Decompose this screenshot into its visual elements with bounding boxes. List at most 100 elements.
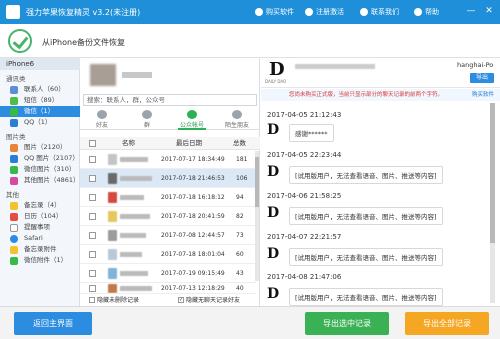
mail-icon [360, 8, 368, 16]
column-name[interactable]: 名称 [122, 137, 135, 150]
tab-strangers[interactable]: 陌生朋友 [217, 108, 257, 130]
row-checkbox[interactable] [89, 175, 96, 182]
group-icon [142, 110, 152, 119]
scrollbar-thumb[interactable] [490, 103, 495, 243]
sender-logo-icon: D [267, 286, 280, 302]
message-bubble: [试用版用户，无法查看语音、图片、推送等内容] [289, 207, 443, 225]
header: 从iPhone备份文件恢复 [0, 24, 500, 58]
select-all-checkbox[interactable] [89, 140, 96, 147]
row-checkbox[interactable] [89, 232, 96, 239]
sender-logo-icon: D [267, 246, 280, 262]
chat-scrollbar[interactable] [490, 103, 495, 303]
row-checkbox[interactable] [89, 156, 96, 163]
message-time: 2017-04-05 21:12:43 [267, 111, 342, 119]
sidebar-item-wechat[interactable]: 微信（1） [0, 106, 80, 117]
back-to-main-button[interactable]: 返回主界面 [14, 312, 92, 335]
export-selected-button[interactable]: 导出选中记录 [305, 312, 389, 335]
person-icon [97, 110, 107, 119]
sidebar-item-photos[interactable]: 图片（2120） [0, 142, 80, 153]
table-row[interactable]: 2017-07-18 16:18:12 94 [80, 188, 256, 207]
qq-icon [10, 119, 18, 127]
sidebar-item-qq[interactable]: QQ（1） [0, 117, 80, 128]
sender-logo-icon: D [267, 122, 280, 138]
table-row[interactable]: 2017-07-17 18:34:49 181 [80, 150, 256, 169]
contact-us-button[interactable]: 联系我们 [360, 7, 399, 17]
qq-photos-icon [10, 155, 18, 163]
column-count[interactable]: 总数 [233, 137, 246, 150]
sidebar-item-notes[interactable]: 备忘录（4） [0, 200, 80, 211]
notes-icon [10, 202, 18, 210]
cart-icon [255, 8, 263, 16]
category-other: 其他 [6, 191, 19, 199]
sidebar-item-qq-photos[interactable]: QQ 图片（2107） [0, 153, 80, 164]
sidebar-item-calendar[interactable]: 日历（104） [0, 211, 80, 222]
export-all-button[interactable]: 导出全部记录 [405, 312, 489, 335]
close-button[interactable]: ✕ [482, 4, 496, 18]
stranger-icon [232, 110, 242, 119]
export-chat-button[interactable]: 导出 [470, 73, 494, 83]
message-bubble: [试用版用户，无法查看语音、图片、推送等内容] [289, 288, 443, 306]
table-row[interactable]: 2017-07-18 18:01:04 60 [80, 245, 256, 264]
wechat-attachment-icon [10, 257, 18, 265]
sender-logo-icon: D [267, 164, 280, 180]
safari-icon [10, 235, 18, 243]
trial-notice: 您尚未购买正式版，当前只显示部分的聊天记录的前两个字符。 购买软件 [261, 89, 500, 101]
sidebar: iPhone6 通讯类 联系人（60） 短信（89） 微信（1） QQ（1） 图… [0, 58, 80, 306]
category-communication: 通讯类 [6, 75, 26, 83]
tab-friends[interactable]: 好友 [82, 108, 122, 130]
row-checkbox[interactable] [89, 213, 96, 220]
sidebar-item-notes-attachments[interactable]: 备忘录附件 [0, 244, 80, 255]
row-checkbox[interactable] [89, 285, 96, 292]
minimize-button[interactable]: — [464, 4, 478, 18]
table-row[interactable]: 2017-07-08 12:44:57 73 [80, 226, 256, 245]
footer-bar: 返回主界面 导出选中记录 导出全部记录 [0, 306, 500, 339]
sidebar-item-other-photos[interactable]: 其他图片（4861） [0, 175, 80, 186]
tab-groups[interactable]: 群 [127, 108, 167, 130]
table-row[interactable]: 2017-07-18 21:46:53 106 [80, 169, 256, 188]
avatar [108, 284, 117, 293]
tab-official-accounts[interactable]: 公众帐号 [172, 108, 212, 130]
search-input[interactable]: 搜索：联系人，群，公众号 [83, 94, 257, 106]
hide-no-chat-option[interactable]: ✓ 隐藏无聊天记录好友 [178, 295, 240, 304]
chat-header: D DAILY DAO hanghai-Po 导出 [261, 58, 500, 88]
sidebar-item-sms[interactable]: 短信（89） [0, 95, 80, 106]
row-checkbox[interactable] [89, 194, 96, 201]
row-name-redacted [120, 252, 142, 257]
column-date[interactable]: 最后日期 [176, 137, 202, 150]
avatar [108, 230, 117, 241]
notes-attachment-icon [10, 246, 18, 254]
contacts-icon [10, 86, 18, 94]
hide-no-chat-checkbox[interactable]: ✓ [178, 296, 184, 303]
message-time: 2017-04-06 21:58:25 [267, 192, 342, 200]
avatar [108, 268, 117, 279]
sidebar-item-safari[interactable]: Safari [0, 233, 80, 244]
hide-deleted-option[interactable]: 隐藏未删除记录 [89, 295, 139, 304]
account-logo-caption: DAILY DAO [265, 79, 287, 84]
row-checkbox[interactable] [89, 251, 96, 258]
table-row[interactable]: 2017-07-18 20:41:59 82 [80, 207, 256, 226]
avatar [108, 249, 117, 260]
sidebar-item-reminders[interactable]: 提醒事项 [0, 222, 80, 233]
sidebar-item-wechat-attachments[interactable]: 微信附件（1） [0, 255, 80, 266]
wechat-photos-icon [10, 166, 18, 174]
sidebar-item-contacts[interactable]: 联系人（60） [0, 84, 80, 95]
row-checkbox[interactable] [89, 270, 96, 277]
hide-deleted-checkbox[interactable] [89, 296, 95, 303]
avatar [108, 192, 117, 203]
buy-link[interactable]: 购买软件 [472, 89, 494, 101]
scrollbar-thumb[interactable] [255, 157, 259, 207]
register-button[interactable]: 注册激活 [305, 7, 344, 17]
table-row[interactable]: 2017-07-19 09:15:49 43 [80, 264, 256, 283]
chat-name-redacted [295, 64, 375, 69]
sidebar-item-wechat-photos[interactable]: 微信图片（310） [0, 164, 80, 175]
message-bubble: [试用版用户，无法查看语音、图片、推送等内容] [289, 248, 443, 266]
help-button[interactable]: 帮助 [414, 7, 439, 17]
account-logo-icon: D [269, 59, 285, 80]
table-row[interactable]: 2017-07-13 12:18:29 40 [80, 283, 256, 294]
list-scrollbar[interactable] [255, 151, 259, 281]
buy-software-button[interactable]: 购买软件 [255, 7, 294, 17]
avatar [108, 211, 117, 222]
contact-panel: 搜索：联系人，群，公众号 好友 群 公众帐号 陌生朋友 名称 最后日期 总数 2… [80, 58, 260, 306]
device-name: iPhone6 [0, 58, 80, 70]
checkmark-logo-icon [8, 29, 32, 53]
